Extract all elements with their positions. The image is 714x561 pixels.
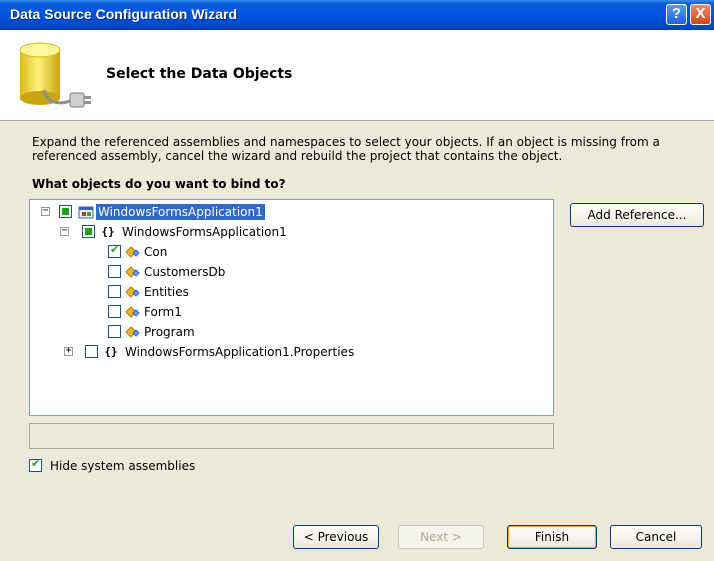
tree-checkbox-class[interactable]: [108, 285, 121, 298]
class-icon: [125, 286, 140, 298]
namespace-braces-icon: {}: [104, 345, 118, 358]
hide-system-assemblies-checkbox[interactable]: [29, 457, 42, 472]
close-button[interactable]: X: [690, 4, 711, 25]
tree-checkbox-class[interactable]: [108, 265, 121, 278]
wizard-header: Select the Data Objects: [0, 30, 714, 121]
instructions-text: Expand the referenced assemblies and nam…: [32, 135, 660, 163]
class-icon: [125, 326, 140, 338]
tree-node-class-label: Program: [144, 325, 195, 339]
tree-checkbox-class[interactable]: [108, 305, 121, 318]
tree-node-class[interactable]: Program: [30, 323, 230, 341]
tree-checkbox-namespace[interactable]: [82, 225, 95, 238]
tree-node-class-label: Con: [144, 245, 168, 259]
cancel-button[interactable]: Cancel: [610, 525, 702, 549]
help-button[interactable]: ?: [666, 4, 687, 25]
objects-tree[interactable]: − WindowsFormsApplication1 − {} WindowsF…: [29, 199, 554, 416]
tree-node-class[interactable]: Con: [30, 243, 230, 261]
tree-node-root[interactable]: − WindowsFormsApplication1: [30, 203, 330, 221]
tree-checkbox-properties[interactable]: [85, 345, 98, 358]
collapse-toggle[interactable]: −: [41, 206, 50, 216]
tree-checkbox-root[interactable]: [59, 205, 72, 218]
window-title: Data Source Configuration Wizard: [10, 6, 238, 22]
selection-status-box: [29, 423, 554, 449]
tree-checkbox-class[interactable]: [108, 243, 121, 258]
next-button[interactable]: Next >: [398, 525, 484, 549]
tree-checkbox-class[interactable]: [108, 325, 121, 338]
class-icon: [125, 306, 140, 318]
tree-node-class[interactable]: CustomersDb: [30, 263, 230, 281]
tree-node-class-label: Form1: [144, 305, 182, 319]
tree-node-class[interactable]: Form1: [30, 303, 230, 321]
title-bar[interactable]: Data Source Configuration Wizard ? X: [0, 0, 714, 30]
tree-prompt-label: What objects do you want to bind to?: [32, 177, 286, 191]
collapse-toggle[interactable]: −: [60, 226, 69, 236]
database-plug-icon: [19, 42, 91, 108]
tree-node-class-label: Entities: [144, 285, 189, 299]
namespace-braces-icon: {}: [101, 225, 115, 238]
tree-node-class[interactable]: Entities: [30, 283, 230, 301]
class-icon: [125, 246, 140, 258]
page-title: Select the Data Objects: [106, 66, 293, 82]
tree-node-namespace-label: WindowsFormsApplication1: [122, 225, 287, 239]
expand-toggle[interactable]: +: [64, 346, 73, 356]
tree-node-root-label: WindowsFormsApplication1: [96, 204, 265, 220]
wizard-window: Data Source Configuration Wizard ? X Sel…: [0, 0, 714, 561]
add-reference-button[interactable]: Add Reference...: [570, 203, 704, 227]
previous-button[interactable]: < Previous: [293, 525, 379, 549]
finish-button[interactable]: Finish: [507, 525, 597, 549]
hide-system-assemblies-label: Hide system assemblies: [50, 459, 196, 473]
tree-node-class-label: CustomersDb: [144, 265, 226, 279]
tree-node-properties-namespace[interactable]: + {} WindowsFormsApplication1.Properties: [30, 343, 390, 361]
tree-node-namespace[interactable]: − {} WindowsFormsApplication1: [30, 223, 350, 241]
tree-node-properties-label: WindowsFormsApplication1.Properties: [125, 345, 355, 359]
project-icon: [78, 206, 94, 219]
class-icon: [125, 266, 140, 278]
